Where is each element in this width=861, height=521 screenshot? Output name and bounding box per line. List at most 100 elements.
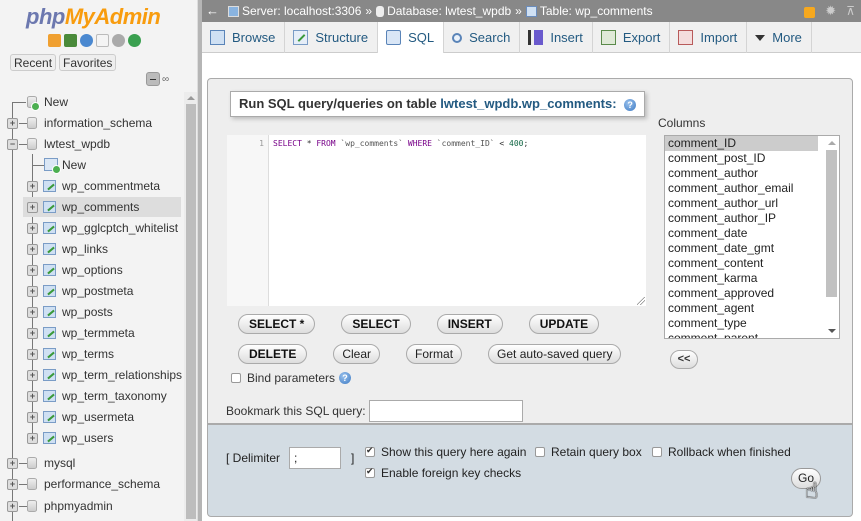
expand-icon[interactable]: +	[27, 265, 38, 276]
expand-icon[interactable]: +	[27, 244, 38, 255]
expand-icon[interactable]: +	[27, 286, 38, 297]
tree-item-database[interactable]: + phpmyadmin	[0, 496, 184, 516]
documentation-icon[interactable]	[96, 34, 109, 47]
help-icon[interactable]	[80, 34, 93, 47]
expand-icon[interactable]: +	[27, 412, 38, 423]
collapse-top-icon[interactable]: ⊼	[846, 0, 855, 22]
tab-insert[interactable]: Insert	[520, 22, 593, 53]
expand-icon[interactable]: +	[7, 501, 18, 512]
select-star-button[interactable]: SELECT *	[238, 314, 316, 334]
tab-import[interactable]: Import	[670, 22, 748, 53]
bookmark-input[interactable]	[368, 400, 523, 422]
breadcrumb-server[interactable]: Server: localhost:3306	[242, 0, 361, 22]
column-option[interactable]: comment_karma	[665, 271, 818, 286]
expand-icon[interactable]: +	[27, 181, 38, 192]
tree-item-table[interactable]: + wp_term_relationships	[0, 365, 184, 385]
logout-icon[interactable]	[64, 34, 77, 47]
gear-icon[interactable]: ✹	[825, 0, 836, 22]
expand-icon[interactable]: +	[27, 328, 38, 339]
column-option[interactable]: comment_content	[665, 256, 818, 271]
expand-icon[interactable]: +	[7, 479, 18, 490]
tree-item-database[interactable]: + mysql	[0, 453, 184, 473]
get-auto-saved-query-button[interactable]: Get auto-saved query	[488, 344, 622, 364]
column-option[interactable]: comment_date	[665, 226, 818, 241]
tree-item-database[interactable]: − lwtest_wpdb	[0, 134, 184, 154]
collapse-all-icon[interactable]	[146, 72, 160, 86]
expand-icon[interactable]: +	[27, 202, 38, 213]
column-option[interactable]: comment_author	[665, 166, 818, 181]
breadcrumb-table[interactable]: Table: wp_comments	[540, 0, 653, 22]
column-option[interactable]: comment_approved	[665, 286, 818, 301]
expand-icon[interactable]: +	[7, 458, 18, 469]
tree-item-table-selected[interactable]: + wp_comments	[23, 197, 181, 217]
rollback-checkbox[interactable]	[652, 447, 662, 457]
home-icon[interactable]	[48, 34, 61, 47]
scroll-down-icon[interactable]	[828, 329, 836, 333]
tab-sql[interactable]: SQL	[378, 22, 445, 54]
column-option[interactable]: comment_parent	[665, 331, 818, 338]
column-option[interactable]: comment_date_gmt	[665, 241, 818, 256]
expand-icon[interactable]: +	[27, 307, 38, 318]
clear-button[interactable]: Clear	[333, 344, 381, 364]
tab-more[interactable]: More	[747, 22, 812, 53]
favorites-button[interactable]: Favorites	[59, 54, 117, 71]
tab-search[interactable]: Search	[444, 22, 521, 53]
tree-item-database[interactable]: + information_schema	[0, 113, 184, 133]
tree-item-table[interactable]: + wp_term_taxonomy	[0, 386, 184, 406]
help-icon[interactable]: ?	[624, 98, 637, 111]
tree-item-table[interactable]: + wp_users	[0, 428, 184, 448]
expand-icon[interactable]: +	[7, 118, 18, 129]
tree-item-new-database[interactable]: New	[0, 92, 184, 112]
tab-export[interactable]: Export	[593, 22, 671, 53]
tree-item-table[interactable]: + wp_usermeta	[0, 407, 184, 427]
foreign-key-checks-checkbox[interactable]	[365, 466, 375, 478]
link-with-main-panel-icon[interactable]: ∞	[162, 74, 169, 85]
tab-structure[interactable]: Structure	[285, 22, 379, 53]
phpmyadmin-logo[interactable]: phpMyAdmin	[26, 4, 161, 30]
expand-icon[interactable]: +	[27, 391, 38, 402]
insert-column-button[interactable]: <<	[670, 350, 698, 369]
expand-icon[interactable]: +	[27, 370, 38, 381]
scrollbar-thumb[interactable]	[826, 150, 837, 297]
editor-resize-handle[interactable]	[637, 297, 645, 305]
delimiter-input[interactable]: ;	[289, 447, 342, 469]
tab-browse[interactable]: Browse	[202, 22, 286, 53]
reload-icon[interactable]	[128, 34, 141, 47]
tree-item-table[interactable]: + wp_postmeta	[0, 281, 184, 301]
tree-item-table[interactable]: + wp_termmeta	[0, 323, 184, 343]
tree-item-table[interactable]: + wp_terms	[0, 344, 184, 364]
update-button[interactable]: UPDATE	[528, 314, 600, 334]
show-query-checkbox[interactable]	[365, 445, 375, 457]
sidebar-scrollbar[interactable]	[184, 92, 197, 521]
column-option[interactable]: comment_author_email	[665, 181, 818, 196]
columns-list[interactable]: comment_ID comment_post_ID comment_autho…	[664, 135, 840, 339]
column-option[interactable]: comment_author_url	[665, 196, 818, 211]
collapse-icon[interactable]: −	[7, 139, 18, 150]
back-arrow-icon[interactable]: ←	[206, 0, 219, 22]
column-option[interactable]: comment_type	[665, 316, 818, 331]
tree-item-table[interactable]: + wp_commentmeta	[0, 176, 184, 196]
column-option[interactable]: comment_agent	[665, 301, 818, 316]
settings-icon[interactable]	[112, 34, 125, 47]
lock-icon[interactable]	[804, 6, 816, 18]
format-button[interactable]: Format	[406, 344, 463, 364]
insert-button[interactable]: INSERT	[436, 314, 503, 334]
expand-icon[interactable]: +	[27, 433, 38, 444]
help-icon[interactable]: ?	[339, 372, 352, 384]
tree-item-table[interactable]: + wp_gglcptch_whitelist	[0, 218, 184, 238]
column-option[interactable]: comment_ID	[665, 136, 818, 151]
scrollbar-thumb[interactable]	[186, 104, 196, 519]
select-button[interactable]: SELECT	[341, 314, 411, 334]
scroll-up-icon[interactable]	[187, 96, 195, 100]
scroll-up-icon[interactable]	[828, 141, 836, 145]
columns-scrollbar[interactable]	[824, 136, 839, 338]
retain-query-box-checkbox[interactable]	[535, 447, 545, 457]
tree-item-table[interactable]: + wp_links	[0, 239, 184, 259]
tree-item-table[interactable]: + wp_options	[0, 260, 184, 280]
tree-item-new-table[interactable]: New	[0, 155, 184, 175]
delete-button[interactable]: DELETE	[238, 344, 308, 364]
sql-code[interactable]: SELECT * FROM `wp_comments` WHERE `comme…	[273, 138, 528, 150]
expand-icon[interactable]: +	[27, 349, 38, 360]
tree-item-database[interactable]: + performance_schema	[0, 474, 184, 494]
column-option[interactable]: comment_post_ID	[665, 151, 818, 166]
